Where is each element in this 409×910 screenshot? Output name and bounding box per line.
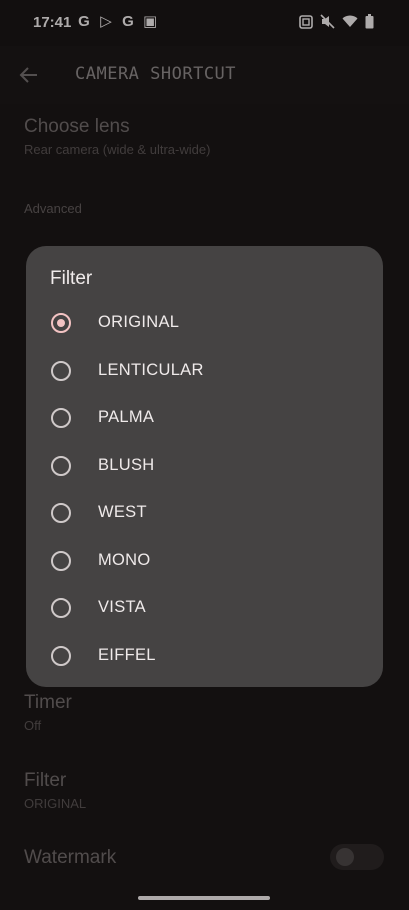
radio-unchecked-icon[interactable] (51, 360, 71, 381)
radio-unchecked-icon[interactable] (51, 455, 71, 476)
screen: 17:41 G ▷ G ▣ CAMERA SHORTCUT Choose len… (0, 0, 409, 910)
option-eiffel[interactable]: EIFFEL (26, 633, 383, 680)
option-label: VISTA (98, 598, 146, 616)
filter-dialog: Filter ORIGINAL LENTICULAR PALMA BLUSH W… (26, 246, 383, 687)
option-label: PALMA (98, 408, 155, 426)
radio-unchecked-icon[interactable] (51, 408, 71, 428)
radio-unchecked-icon[interactable] (51, 550, 71, 571)
option-label: BLUSH (98, 455, 155, 474)
option-label: MONO (98, 550, 151, 569)
radio-unchecked-icon[interactable] (51, 503, 71, 523)
option-original[interactable]: ORIGINAL (26, 300, 383, 347)
option-label: LENTICULAR (98, 360, 204, 379)
option-lenticular[interactable]: LENTICULAR (26, 348, 383, 395)
option-palma[interactable]: PALMA (26, 395, 383, 442)
option-label: ORIGINAL (98, 313, 180, 331)
radio-unchecked-icon[interactable] (51, 645, 71, 666)
option-label: WEST (98, 503, 147, 521)
dialog-title: Filter (50, 268, 93, 289)
option-mono[interactable]: MONO (26, 538, 383, 585)
radio-unchecked-icon[interactable] (51, 598, 71, 618)
option-blush[interactable]: BLUSH (26, 443, 383, 490)
option-west[interactable]: WEST (26, 490, 383, 537)
option-label: EIFFEL (98, 645, 156, 664)
option-vista[interactable]: VISTA (26, 585, 383, 632)
radio-checked-icon[interactable] (51, 313, 71, 333)
